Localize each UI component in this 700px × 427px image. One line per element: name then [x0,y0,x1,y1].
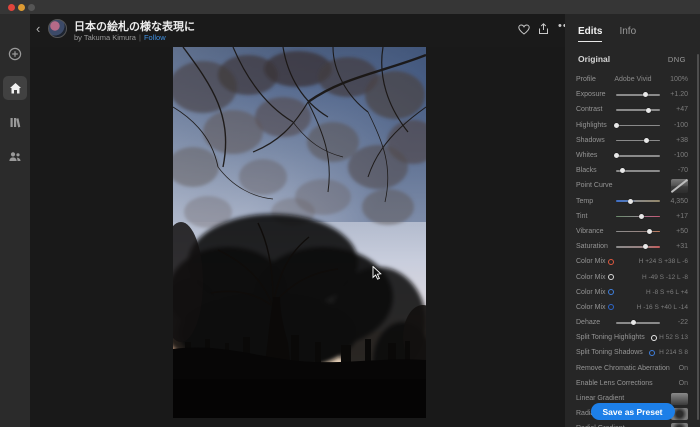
panel-tabs: Edits Info [578,26,636,42]
slider-row-contrast[interactable]: Contrast +47 [576,102,688,117]
panel-scrollbar[interactable] [697,54,700,420]
slider-row-highlights[interactable]: Highlights -100 [576,118,688,133]
whites-slider[interactable] [616,152,660,160]
learn-icon [9,116,22,129]
saturation-slider[interactable] [616,243,660,251]
zoom-window-button[interactable] [28,4,35,11]
temp-slider[interactable] [616,197,660,205]
photo-cherry-blossom-tree[interactable] [173,47,426,418]
byline: by Takuma Kimura|Follow [74,33,166,42]
exposure-slider[interactable] [616,91,660,99]
color-mix-row-red[interactable]: Color Mix H +24 S +38 L -6 [576,254,688,269]
save-as-preset-button[interactable]: Save as Preset [590,403,674,420]
slider-row-saturation[interactable]: Saturation +31 [576,239,688,254]
home-icon [9,82,22,95]
color-mix-row-gray[interactable]: Color Mix H -49 S -12 L -8 [576,269,688,284]
content-header: ‹ 日本の絵札の様な表現に by Takuma Kimura|Follow ••… [30,14,565,47]
point-curve-row[interactable]: Point Curve [576,178,688,193]
tint-slider[interactable] [616,212,660,220]
radial-gradient-row-2[interactable]: Radial Gradient [576,421,688,427]
like-button[interactable] [518,22,530,40]
back-button[interactable]: ‹ [36,22,40,35]
profile-row[interactable]: Profile Adobe Vivid 100% [576,72,688,87]
tab-edits[interactable]: Edits [578,26,602,42]
panel-header: Original DNG [578,54,686,64]
dehaze-slider[interactable] [616,319,660,327]
author-avatar[interactable] [48,19,67,38]
original-toggle[interactable]: Original [578,54,610,64]
heart-icon [518,22,530,39]
minimize-window-button[interactable] [18,4,25,11]
sidebar-item-learn[interactable] [3,110,27,134]
slider-row-whites[interactable]: Whites -100 [576,148,688,163]
split-toning-shadows-row[interactable]: Split Toning Shadows H 214 S 8 [576,345,688,360]
slider-row-shadows[interactable]: Shadows +38 [576,133,688,148]
community-icon [8,150,22,163]
slider-row-vibrance[interactable]: Vibrance +50 [576,224,688,239]
add-photos-icon [8,47,22,61]
author-name[interactable]: by Takuma Kimura [74,33,136,42]
add-photos-button[interactable] [3,42,27,66]
close-window-button[interactable] [8,4,15,11]
dng-badge[interactable]: DNG [668,55,686,64]
left-nav-rail [0,14,30,427]
window-titlebar [0,0,700,14]
contrast-slider[interactable] [616,106,660,114]
sidebar-item-home[interactable] [3,76,27,100]
color-mix-row-blue[interactable]: Color Mix H -8 S +6 L +4 [576,285,688,300]
chromatic-aberration-row[interactable]: Remove Chromatic Aberration On [576,361,688,376]
post-title: 日本の絵札の様な表現に [74,18,195,34]
slider-row-temp[interactable]: Temp 4,350 [576,194,688,209]
vibrance-slider[interactable] [616,227,660,235]
tab-info[interactable]: Info [619,26,636,42]
edit-rows: Profile Adobe Vivid 100% Exposure +1.20 … [576,72,688,427]
photo-canvas [30,47,565,427]
edits-panel: Edits Info Original DNG Profile Adobe Vi… [565,14,700,427]
lens-corrections-row[interactable]: Enable Lens Corrections On [576,376,688,391]
linear-gradient-thumbnail [671,393,688,405]
slider-row-dehaze[interactable]: Dehaze -22 [576,315,688,330]
color-mix-row-blue2[interactable]: Color Mix H -16 S +40 L -14 [576,300,688,315]
point-curve-thumbnail [671,179,688,193]
blacks-slider[interactable] [616,167,660,175]
lightroom-app-window: ‹ 日本の絵札の様な表現に by Takuma Kimura|Follow ••… [0,0,700,427]
shadows-slider[interactable] [616,136,660,144]
slider-row-exposure[interactable]: Exposure +1.20 [576,87,688,102]
follow-link[interactable]: Follow [144,33,166,42]
radial-gradient-thumbnail [671,423,688,427]
share-button[interactable] [538,22,549,40]
slider-row-tint[interactable]: Tint +17 [576,209,688,224]
split-toning-highlights-row[interactable]: Split Toning Highlights H 52 S 13 [576,330,688,345]
profile-value: Adobe Vivid [596,76,670,83]
sidebar-item-community[interactable] [3,144,27,168]
share-icon [538,22,549,39]
mouse-cursor [372,266,382,285]
highlights-slider[interactable] [616,121,660,129]
slider-row-blacks[interactable]: Blacks -70 [576,163,688,178]
